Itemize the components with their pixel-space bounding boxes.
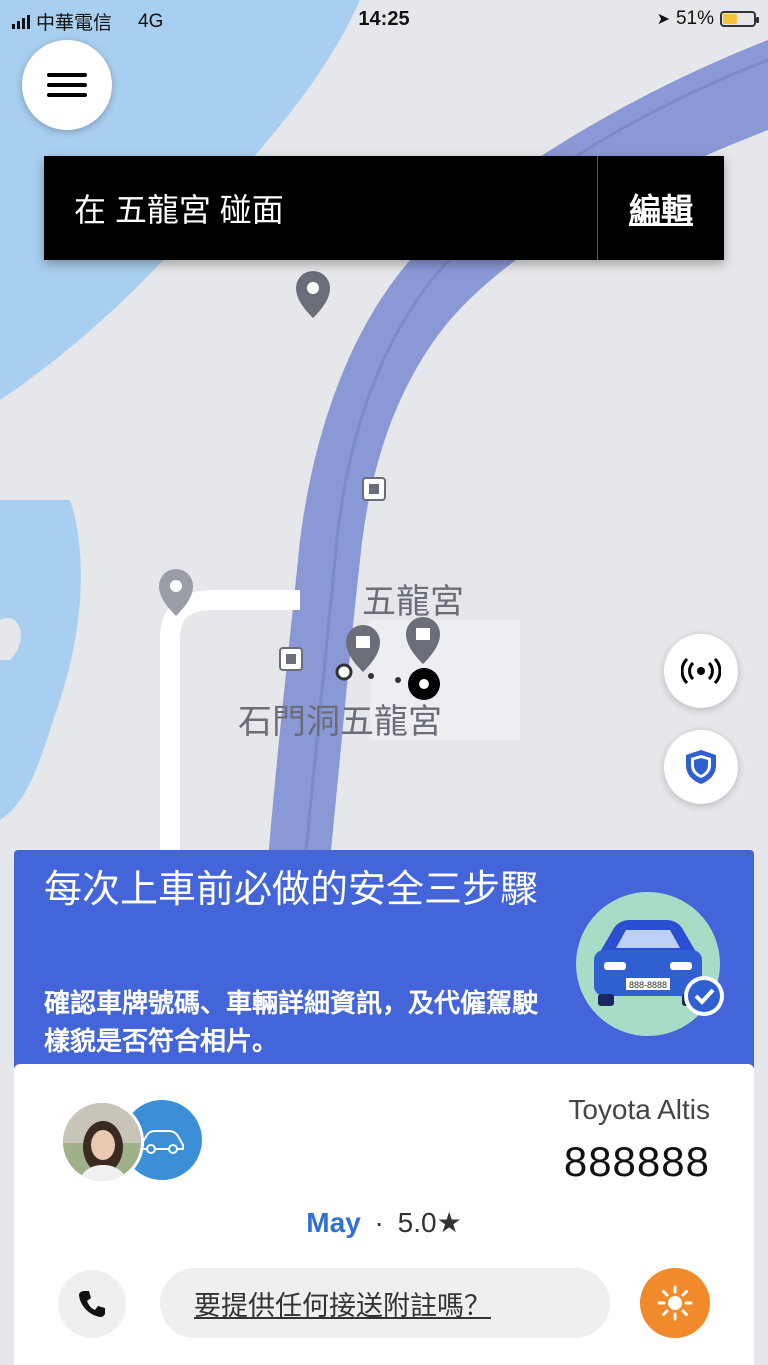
car-check-illustration: 888-8888 [576, 892, 724, 1036]
art-plate-text: 888-8888 [629, 980, 667, 990]
driver-name: May [306, 1207, 361, 1238]
bus-stop-marker-2 [279, 647, 303, 671]
safety-tips-card[interactable]: 每次上車前必做的安全三步驟 確認車牌號碼、車輛詳細資訊，及代僱駕駛樣貌是否符合相… [14, 850, 754, 1080]
sun-button[interactable] [640, 1268, 710, 1338]
car-model: Toyota Altis [568, 1094, 710, 1125]
map-place-label: 五龍宮 [362, 583, 464, 621]
driver-rating-row: May · 5.0★ [14, 1206, 754, 1239]
clock: 14:25 [358, 8, 410, 30]
driver-avatar[interactable] [60, 1100, 144, 1184]
map-place-label-2: 石門洞五龍宮 [238, 703, 442, 741]
safety-toolkit-button[interactable] [664, 730, 738, 804]
rating-separator: · [374, 1207, 384, 1238]
call-driver-button[interactable] [58, 1270, 126, 1338]
pickup-banner: 在 五龍宮 碰面 編輯 [44, 156, 724, 260]
hamburger-icon [47, 67, 87, 103]
driver-rating: 5.0★ [397, 1207, 462, 1238]
license-plate: 888888 [563, 1138, 710, 1185]
sun-icon [657, 1285, 693, 1321]
battery-icon [720, 11, 759, 27]
location-arrow-icon: ➤ [656, 11, 670, 28]
safety-description: 確認車牌號碼、車輛詳細資訊，及代僱駕駛樣貌是否符合相片。 [44, 988, 539, 1056]
beacon-icon [681, 658, 721, 684]
beacon-button[interactable] [664, 634, 738, 708]
battery-percent: 51% [675, 8, 714, 29]
status-bar: 中華電信 4G 14:25 ➤ 51% [0, 0, 768, 40]
bus-stop-marker-1 [362, 477, 386, 501]
shield-icon [686, 750, 716, 784]
car-icon [140, 1130, 184, 1154]
edit-pickup-button[interactable]: 編輯 [597, 156, 724, 260]
phone-icon [79, 1291, 105, 1317]
menu-button[interactable] [22, 40, 112, 130]
driver-card: Toyota Altis 888888 May · 5.0★ 要提供任何接送附註… [14, 1064, 754, 1365]
pickup-location-text: 在 五龍宮 碰面 [74, 192, 284, 228]
pickup-note-input[interactable]: 要提供任何接送附註嗎？ [160, 1268, 610, 1338]
safety-title: 每次上車前必做的安全三步驟 [44, 869, 539, 911]
